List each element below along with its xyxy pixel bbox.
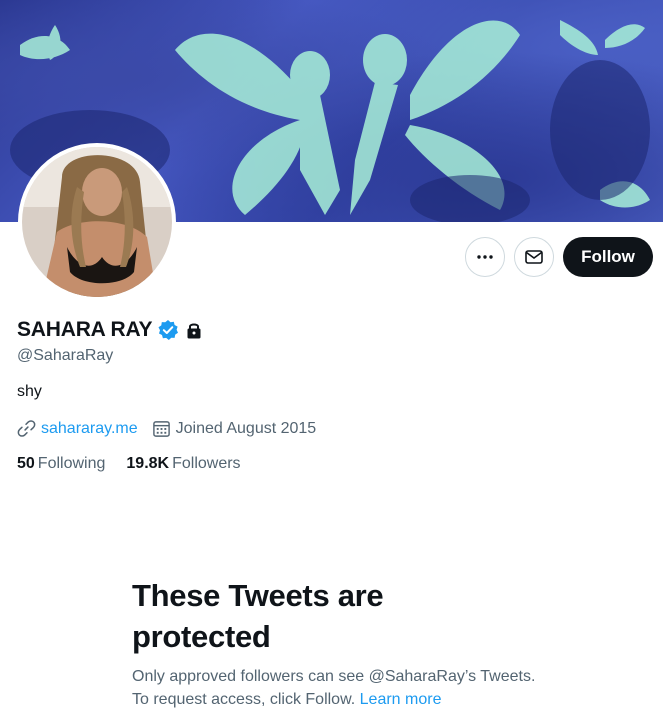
following-label: Following: [37, 455, 106, 472]
protected-description-text: Only approved followers can see @SaharaR…: [132, 668, 536, 708]
display-name: SAHARA RAY: [17, 318, 153, 341]
followers-label: Followers: [172, 455, 241, 472]
learn-more-link[interactable]: Learn more: [360, 691, 442, 708]
lock-icon: [187, 323, 201, 339]
envelope-icon: [525, 250, 543, 264]
message-button[interactable]: [514, 237, 554, 277]
more-icon: [477, 255, 493, 259]
website-link[interactable]: sahararay.me: [41, 420, 138, 438]
profile-handle: @SaharaRay: [17, 347, 114, 364]
following-count: 50: [17, 455, 35, 472]
joined-date: Joined August 2015: [175, 419, 317, 437]
link-icon: [17, 420, 36, 437]
website-item: sahararay.me: [17, 419, 138, 438]
follow-button[interactable]: Follow: [563, 237, 653, 277]
profile-bio: shy: [17, 383, 42, 400]
protected-title: These Tweets are protected: [132, 578, 384, 654]
profile-avatar[interactable]: [18, 143, 176, 301]
profile-page: Follow SAHARA RAY @SaharaRay shy saharar…: [0, 0, 663, 722]
calendar-icon: [152, 421, 170, 437]
profile-meta: sahararay.me Joined August 2015: [17, 419, 330, 438]
avatar-photo: [22, 147, 172, 297]
verified-badge-icon[interactable]: [157, 319, 179, 341]
name-row: SAHARA RAY: [17, 318, 204, 342]
following-stat[interactable]: 50 Following: [17, 455, 105, 473]
followers-count: 19.8K: [126, 455, 170, 472]
joined-item: Joined August 2015: [152, 419, 317, 438]
followers-stat[interactable]: 19.8K Followers: [126, 455, 240, 473]
profile-stats: 50 Following 19.8K Followers: [17, 455, 262, 473]
more-button[interactable]: [465, 237, 505, 277]
protected-description: Only approved followers can see @SaharaR…: [132, 665, 552, 711]
